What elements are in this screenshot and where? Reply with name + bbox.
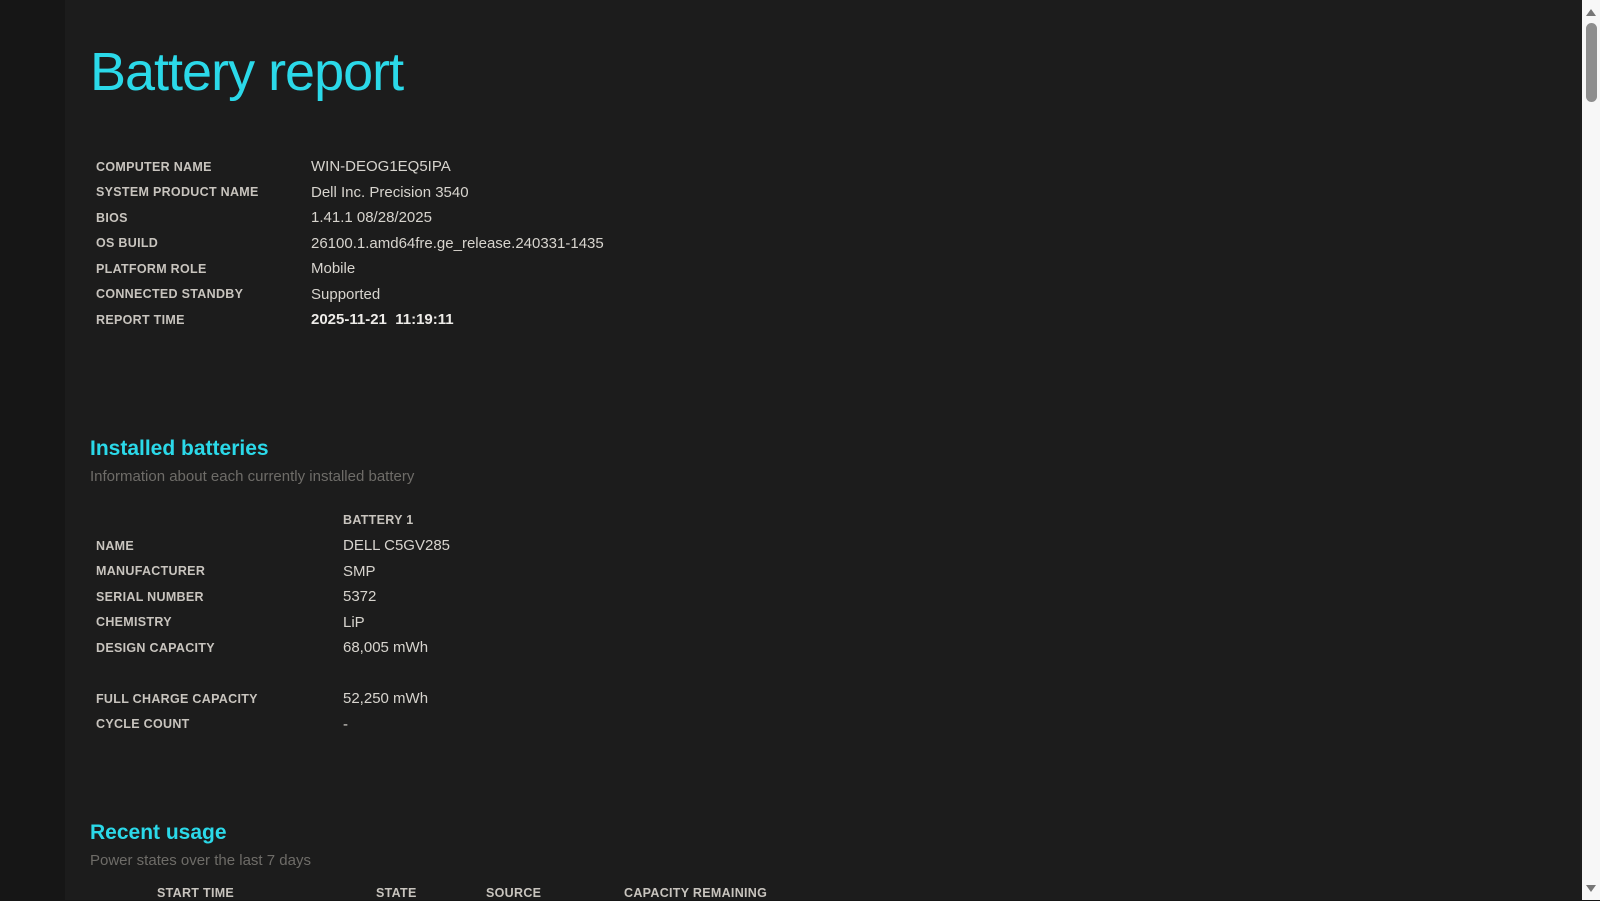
table-row: CONNECTED STANDBY Supported [96,282,604,308]
info-value: 1.41.1 08/28/2025 [311,205,604,231]
table-row: BIOS 1.41.1 08/28/2025 [96,205,604,231]
battery-report-page: Battery report COMPUTER NAME WIN-DEOG1EQ… [65,0,1600,900]
table-row: REPORT TIME 2025-11-21 11:19:11 [96,307,604,333]
table-row: CHEMISTRY LiP [96,610,450,636]
battery-value: LiP [343,610,450,636]
table-row: SYSTEM PRODUCT NAME Dell Inc. Precision … [96,180,604,206]
info-label: REPORT TIME [96,307,311,333]
system-info-table: COMPUTER NAME WIN-DEOG1EQ5IPA SYSTEM PRO… [96,154,604,333]
table-spacer-row [96,661,450,687]
battery-value: SMP [343,559,450,585]
battery-label: SERIAL NUMBER [96,584,343,610]
table-row: PLATFORM ROLE Mobile [96,256,604,282]
scroll-down-icon[interactable] [1586,885,1596,892]
installed-batteries-subtitle: Information about each currently install… [90,466,1560,488]
battery-label: DESIGN CAPACITY [96,635,343,661]
table-row: OS BUILD 26100.1.amd64fre.ge_release.240… [96,231,604,257]
scrollbar-thumb[interactable] [1586,23,1597,102]
info-value: WIN-DEOG1EQ5IPA [311,154,604,180]
battery-label: FULL CHARGE CAPACITY [96,686,343,712]
info-label: BIOS [96,205,311,231]
battery-value: - [343,712,450,738]
battery-column-header: BATTERY 1 [343,508,450,534]
info-value: Dell Inc. Precision 3540 [311,180,604,206]
battery-value: 68,005 mWh [343,635,450,661]
battery-value: DELL C5GV285 [343,533,450,559]
info-label: PLATFORM ROLE [96,256,311,282]
battery-value: 5372 [343,584,450,610]
battery-label: CYCLE COUNT [96,712,343,738]
scroll-up-icon[interactable] [1586,9,1596,16]
info-value: Mobile [311,256,604,282]
info-label: CONNECTED STANDBY [96,282,311,308]
recent-usage-subtitle: Power states over the last 7 days [90,850,1560,872]
battery-label-spacer [96,508,343,534]
table-row: MANUFACTURER SMP [96,559,450,585]
table-row: BATTERY 1 [96,508,450,534]
info-value: Supported [311,282,604,308]
table-row: SERIAL NUMBER 5372 [96,584,450,610]
info-label: SYSTEM PRODUCT NAME [96,180,311,206]
info-value: 26100.1.amd64fre.ge_release.240331-1435 [311,231,604,257]
table-row: DESIGN CAPACITY 68,005 mWh [96,635,450,661]
installed-batteries-title: Installed batteries [90,435,1560,463]
usage-header-capacity-remaining: CAPACITY REMAINING [624,886,767,901]
recent-usage-section: Recent usage Power states over the last … [90,819,1560,901]
info-label: COMPUTER NAME [96,154,311,180]
table-row: CYCLE COUNT - [96,712,450,738]
battery-details-table: BATTERY 1 NAME DELL C5GV285 MANUFACTURER… [96,508,450,738]
installed-batteries-section: Installed batteries Information about ea… [90,435,1560,738]
table-row: COMPUTER NAME WIN-DEOG1EQ5IPA [96,154,604,180]
usage-table-header: START TIME STATE SOURCE CAPACITY REMAINI… [90,886,1560,901]
table-row: NAME DELL C5GV285 [96,533,450,559]
battery-label: CHEMISTRY [96,610,343,636]
recent-usage-title: Recent usage [90,819,1560,847]
table-row: FULL CHARGE CAPACITY 52,250 mWh [96,686,450,712]
info-label: OS BUILD [96,231,311,257]
usage-header-source: SOURCE [486,886,624,901]
battery-label: MANUFACTURER [96,559,343,585]
report-time-value: 2025-11-21 11:19:11 [311,307,604,333]
usage-header-state: STATE [376,886,486,901]
page-title: Battery report [90,38,1560,106]
vertical-scrollbar[interactable] [1582,0,1600,900]
battery-value: 52,250 mWh [343,686,450,712]
usage-header-start-time: START TIME [90,886,376,901]
battery-label: NAME [96,533,343,559]
